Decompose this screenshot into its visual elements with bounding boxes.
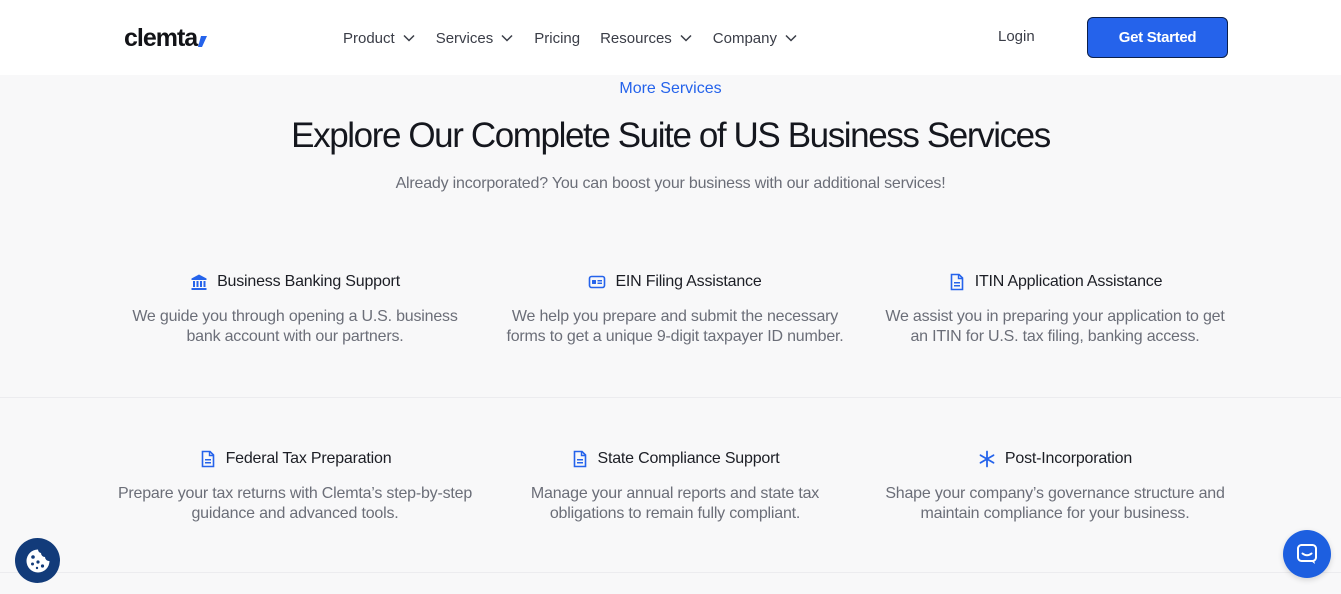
menu-item-pricing[interactable]: Pricing — [534, 28, 580, 48]
menu-item-resources[interactable]: Resources — [600, 28, 693, 48]
service-title: Federal Tax Preparation — [225, 450, 392, 467]
service-description: We help you prepare and submit the neces… — [506, 308, 844, 345]
service-card-title: ITIN Application Assistance — [875, 271, 1235, 293]
id-card-icon — [588, 273, 606, 291]
cookie-icon — [26, 549, 49, 572]
service-card-state-compliance[interactable]: State Compliance Support Manage your ann… — [495, 448, 855, 524]
service-card-title: EIN Filing Assistance — [495, 271, 855, 293]
service-card-itin[interactable]: ITIN Application Assistance We assist yo… — [875, 271, 1235, 347]
chevron-down-icon — [785, 34, 797, 42]
services-row-2: Federal Tax Preparation Prepare your tax… — [0, 397, 1341, 573]
service-card-title: State Compliance Support — [495, 448, 855, 470]
menu-item-company[interactable]: Company — [713, 28, 798, 48]
bank-icon — [190, 273, 208, 291]
menu-item-label: Services — [435, 29, 494, 47]
menu-item-services[interactable]: Services — [436, 28, 515, 48]
chevron-down-icon — [403, 34, 415, 42]
menu-item-label: Company — [712, 29, 777, 47]
document-icon — [571, 450, 589, 468]
main-menu: Product Services Pricing Resources Compa… — [343, 28, 818, 48]
service-title: EIN Filing Assistance — [615, 273, 762, 290]
clemta-logo[interactable]: clemta — [124, 24, 208, 52]
service-description: We assist you in preparing your applicat… — [885, 308, 1225, 345]
menu-item-label: Resources — [600, 29, 672, 47]
service-title: Business Banking Support — [217, 273, 400, 290]
chevron-down-icon — [501, 34, 513, 42]
cookie-settings-button[interactable] — [15, 538, 60, 583]
chat-launcher-button[interactable] — [1283, 530, 1331, 578]
service-card-ein[interactable]: EIN Filing Assistance We help you prepar… — [495, 271, 855, 347]
service-description: We guide you through opening a U.S. busi… — [132, 308, 458, 345]
services-row-1: Business Banking Support We guide you th… — [0, 220, 1341, 397]
service-description: Manage your annual reports and state tax… — [530, 485, 820, 522]
chevron-down-icon — [680, 34, 692, 42]
get-started-button[interactable]: Get Started — [1087, 17, 1228, 58]
logo-mark-icon — [198, 36, 208, 47]
service-title: State Compliance Support — [597, 450, 780, 467]
asterisk-icon — [978, 450, 996, 468]
document-icon — [199, 450, 217, 468]
document-icon — [948, 273, 966, 291]
section-eyebrow: More Services — [0, 80, 1341, 98]
more-services-link[interactable]: More Services — [619, 80, 721, 97]
service-card-title: Federal Tax Preparation — [115, 448, 475, 470]
menu-item-label: Pricing — [534, 29, 581, 47]
service-card-post-incorporation[interactable]: Post-Incorporation Shape your company’s … — [875, 448, 1235, 524]
service-description: Shape your company’s governance structur… — [885, 485, 1225, 522]
chat-icon — [1297, 544, 1317, 564]
service-title: Post-Incorporation — [1004, 450, 1133, 467]
menu-item-label: Product — [343, 29, 395, 47]
service-card-banking[interactable]: Business Banking Support We guide you th… — [115, 271, 475, 347]
section-subtitle: Already incorporated? You can boost your… — [395, 175, 946, 192]
section-heading: Explore Our Complete Suite of US Busines… — [291, 116, 1051, 155]
service-card-federal-tax[interactable]: Federal Tax Preparation Prepare your tax… — [115, 448, 475, 524]
service-title: ITIN Application Assistance — [974, 273, 1163, 290]
service-card-title: Business Banking Support — [115, 271, 475, 293]
page: clemta Product Services Pricing Resource… — [0, 0, 1341, 594]
service-description: Prepare your tax returns with Clemta’s s… — [117, 485, 473, 522]
top-navbar: clemta Product Services Pricing Resource… — [0, 0, 1341, 75]
login-link[interactable]: Login — [998, 28, 1035, 45]
service-card-title: Post-Incorporation — [875, 448, 1235, 470]
logo-text: clemta — [124, 24, 198, 52]
menu-item-product[interactable]: Product — [343, 28, 416, 48]
